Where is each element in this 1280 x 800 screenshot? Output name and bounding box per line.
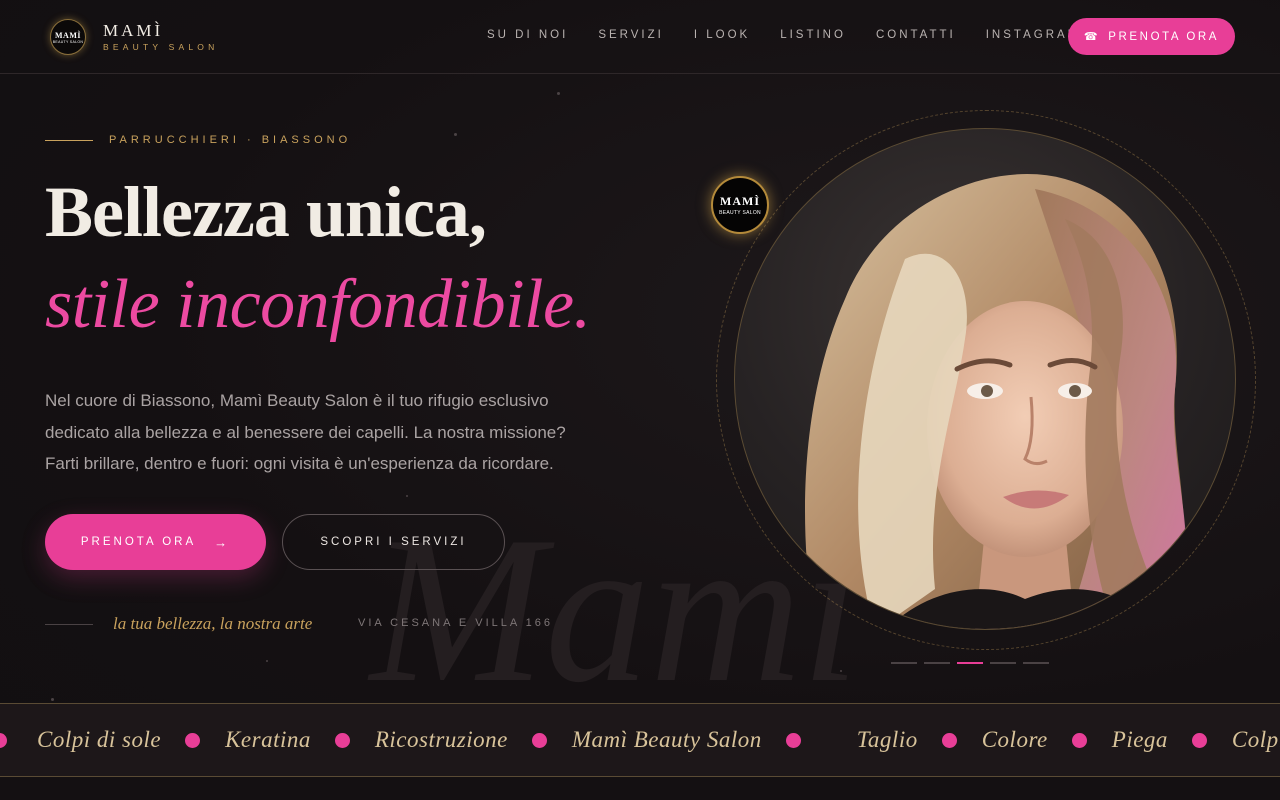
marquee-item: Mamì Beauty Salon bbox=[571, 727, 762, 752]
phone-icon: ☎ bbox=[1083, 31, 1101, 43]
bullet-dot-icon bbox=[785, 732, 801, 748]
nav-i-look[interactable]: I LOOK bbox=[694, 29, 750, 41]
sparkle-decoration bbox=[557, 92, 560, 95]
discover-services-button[interactable]: SCOPRI I SERVIZI bbox=[282, 514, 505, 570]
nav-su-di-noi[interactable]: SU DI NOI bbox=[487, 29, 568, 41]
site-header: MAMÌ BEAUTY SALON MAMÌ BEAUTY SALON SU D… bbox=[0, 0, 1280, 74]
services-marquee: Colpi di sole Keratina Ricostruzione Mam… bbox=[0, 703, 1280, 777]
sparkle-decoration bbox=[266, 660, 268, 662]
hero-title-accent: stile inconfondibile. bbox=[45, 266, 591, 343]
portrait-illustration bbox=[805, 174, 1187, 629]
logo-badge-icon: MAMÌ BEAUTY SALON bbox=[50, 19, 86, 55]
sparkle-decoration bbox=[51, 698, 54, 701]
eyebrow-divider bbox=[45, 140, 93, 141]
header-book-label: PRENOTA ORA bbox=[1108, 30, 1220, 43]
carousel-dot[interactable] bbox=[924, 662, 950, 664]
next-section-edge bbox=[0, 777, 1280, 800]
logo-text: MAMÌ BEAUTY SALON bbox=[103, 20, 219, 53]
carousel-dot[interactable] bbox=[1023, 662, 1049, 664]
page: MAMÌ BEAUTY SALON MAMÌ BEAUTY SALON SU D… bbox=[0, 0, 1280, 800]
sparkle-decoration bbox=[454, 133, 457, 136]
logo-badge-title: MAMÌ bbox=[55, 30, 81, 40]
carousel-dot[interactable] bbox=[957, 662, 983, 664]
logo-subtitle: BEAUTY SALON bbox=[103, 41, 219, 52]
header-book-button[interactable]: ☎ PRENOTA ORA bbox=[1068, 18, 1235, 55]
marquee-item: Ricostruzione bbox=[374, 727, 508, 752]
carousel-indicators bbox=[891, 662, 1056, 664]
salon-address: VIA CESANA E VILLA 166 bbox=[358, 617, 554, 629]
bullet-dot-icon bbox=[185, 732, 201, 748]
hero-title: Bellezza unica, bbox=[45, 172, 487, 252]
portrait-logo-badge-icon: MAMÌ BEAUTY SALON bbox=[711, 176, 769, 234]
book-now-button[interactable]: PRENOTA ORA → bbox=[45, 514, 266, 570]
marquee-item: Piega bbox=[1111, 727, 1168, 752]
book-now-label: PRENOTA ORA bbox=[80, 536, 197, 548]
marquee-item: Colpi di sole bbox=[1231, 727, 1280, 752]
marquee-item: Taglio bbox=[856, 727, 918, 752]
bullet-dot-icon bbox=[1071, 732, 1087, 748]
main-nav: SU DI NOI SERVIZI I LOOK LISTINO CONTATT… bbox=[487, 29, 1110, 41]
logo-title: MAMÌ bbox=[103, 20, 164, 40]
carousel-dot[interactable] bbox=[891, 662, 917, 664]
hero-tagline: la tua bellezza, la nostra arte bbox=[113, 614, 313, 633]
nav-servizi[interactable]: SERVIZI bbox=[598, 29, 664, 41]
marquee-item: Keratina bbox=[225, 727, 311, 752]
marquee-track: Colpi di sole Keratina Ricostruzione Mam… bbox=[0, 704, 1280, 776]
bullet-dot-icon bbox=[0, 732, 7, 748]
bullet-dot-icon bbox=[334, 732, 350, 748]
nav-instagram[interactable]: INSTAGRAM bbox=[986, 29, 1081, 41]
hero-portrait-image bbox=[734, 128, 1236, 630]
tagline-divider bbox=[45, 624, 93, 625]
hero-eyebrow: PARRUCCHIERI · BIASSONO bbox=[109, 134, 352, 146]
logo[interactable]: MAMÌ BEAUTY SALON MAMÌ BEAUTY SALON bbox=[50, 19, 218, 55]
logo-badge-sub: BEAUTY SALON bbox=[52, 39, 84, 44]
bullet-dot-icon bbox=[941, 732, 957, 748]
portrait-badge-sub: BEAUTY SALON bbox=[719, 210, 761, 216]
bullet-dot-icon bbox=[531, 732, 547, 748]
nav-listino[interactable]: LISTINO bbox=[780, 29, 846, 41]
marquee-item: Colore bbox=[981, 727, 1048, 752]
marquee-item: Colpi di sole bbox=[37, 727, 162, 752]
nav-contatti[interactable]: CONTATTI bbox=[876, 29, 956, 41]
carousel-dot[interactable] bbox=[990, 662, 1016, 664]
portrait-badge-title: MAMÌ bbox=[720, 194, 760, 208]
arrow-right-icon: → bbox=[214, 534, 231, 550]
bullet-dot-icon bbox=[1191, 732, 1207, 748]
hero-description: Nel cuore di Biassono, Mamì Beauty Salon… bbox=[45, 391, 566, 473]
